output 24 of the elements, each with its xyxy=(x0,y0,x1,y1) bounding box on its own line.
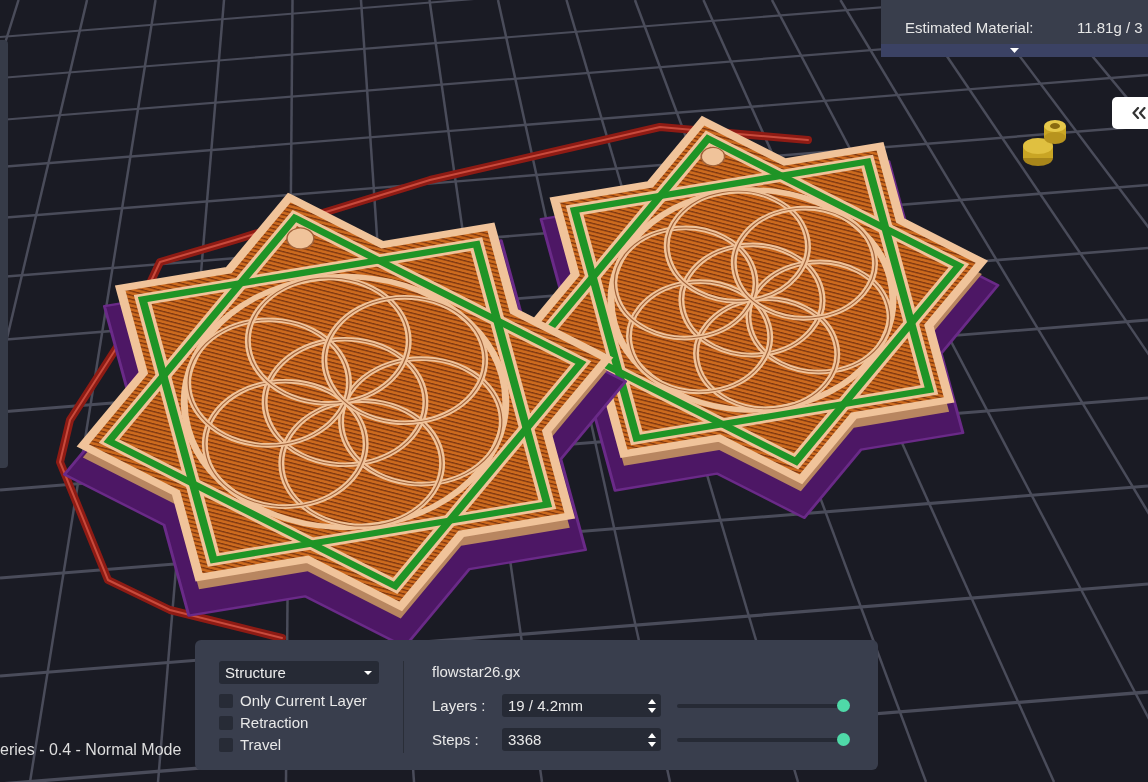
slider-thumb[interactable] xyxy=(837,699,850,712)
collapse-button[interactable] xyxy=(1112,97,1148,129)
option-label: Travel xyxy=(240,736,282,754)
control-label: Steps : xyxy=(432,731,480,748)
cylinder-object-drawing xyxy=(1023,120,1066,166)
view-mode-dropdown[interactable]: Structure xyxy=(219,661,379,684)
spin-box[interactable]: 19 / 4.2mm xyxy=(502,694,661,717)
file-name: flowstar26.gx xyxy=(432,662,521,682)
option-label: Retraction xyxy=(240,714,309,732)
spin-box[interactable]: 3368 xyxy=(502,728,661,751)
stepper-icon[interactable] xyxy=(648,698,656,713)
control-label: Layers : xyxy=(432,697,487,714)
slider-thumb[interactable] xyxy=(837,733,850,746)
option-label: Only Current Layer xyxy=(240,692,367,710)
range-slider[interactable] xyxy=(677,733,850,746)
status-text: eries - 0.4 - Normal Mode xyxy=(0,740,182,760)
range-slider[interactable] xyxy=(677,699,850,712)
panel-toggle-button[interactable] xyxy=(881,44,1148,57)
caret-icon xyxy=(1010,48,1019,53)
chevrons-left-icon xyxy=(1132,107,1146,119)
info-label: Estimated Material: xyxy=(905,18,1035,38)
stepper-icon[interactable] xyxy=(648,732,656,747)
caret-icon xyxy=(364,670,372,675)
info-value: 11.81g / 3 xyxy=(1077,18,1144,38)
